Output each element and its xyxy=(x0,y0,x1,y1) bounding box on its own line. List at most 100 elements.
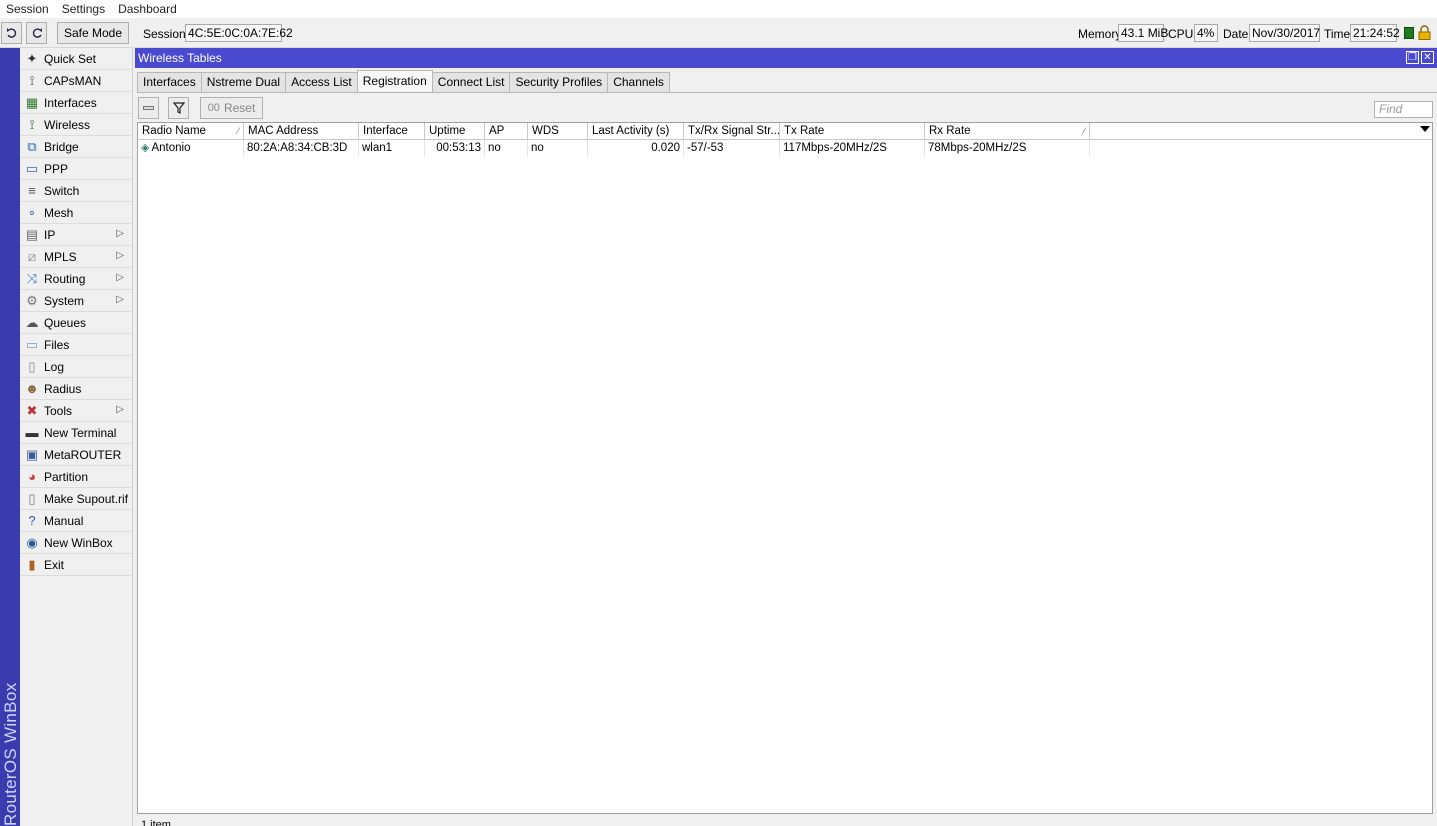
switch-icon: ≡ xyxy=(28,183,36,198)
sidebar-item-label: Queues xyxy=(44,315,87,330)
sidebar-item-files[interactable]: ▭ Files xyxy=(20,334,132,356)
sidebar-item-new-terminal[interactable]: ▬ New Terminal xyxy=(20,422,132,444)
sidebar-item-partition[interactable]: ◕ Partition xyxy=(20,466,132,488)
sidebar-item-manual[interactable]: ? Manual xyxy=(20,510,132,532)
menu-bar: Session Settings Dashboard xyxy=(0,0,1437,18)
column-header[interactable]: Interface xyxy=(359,123,425,140)
tab-interfaces[interactable]: Interfaces xyxy=(137,72,202,92)
winbox-icon: ◉ xyxy=(26,534,38,550)
redo-icon xyxy=(32,28,42,38)
filter-button[interactable] xyxy=(168,97,189,119)
lock-icon xyxy=(1418,25,1431,40)
sidebar-item-switch[interactable]: ≡ Switch xyxy=(20,180,132,202)
sidebar-item-metarouter[interactable]: ▣ MetaROUTER xyxy=(20,444,132,466)
tab-registration[interactable]: Registration xyxy=(356,70,433,91)
sidebar-item-capsman[interactable]: ⟟ CAPsMAN xyxy=(20,70,132,92)
undo-button[interactable] xyxy=(1,22,22,44)
metarouter-icon: ▣ xyxy=(25,446,39,462)
sidebar-item-label: Tools xyxy=(44,403,73,418)
sidebar-item-log[interactable]: ▯ Log xyxy=(20,356,132,378)
reset-button[interactable]: 00 Reset xyxy=(200,97,263,119)
sidebar-item-label: System xyxy=(44,293,85,308)
registration-table: Radio Name ⁄ MAC Address Interface Uptime AP W… xyxy=(137,122,1433,814)
column-header[interactable]: MAC Address xyxy=(244,123,359,140)
ppp-icon: ▭ xyxy=(25,160,39,176)
wireless-tables-window: Wireless Tables ❐ ✕ Interfaces Nstreme Du… xyxy=(135,48,1437,826)
column-header[interactable]: Radio Name ⁄ xyxy=(138,123,244,140)
sidebar-item-label: MetaROUTER xyxy=(44,447,122,462)
sidebar-item-label: IP xyxy=(44,227,56,242)
sort-icon: ⁄ xyxy=(1083,126,1085,136)
status-bar: 1 item xyxy=(137,816,1433,826)
find-input[interactable]: Find xyxy=(1374,101,1433,118)
status-indicator-icon xyxy=(1404,27,1414,39)
tab-connect-list[interactable]: Connect List xyxy=(431,72,511,92)
column-header[interactable]: AP xyxy=(485,123,528,140)
ip-icon: ▤ xyxy=(25,226,39,242)
radio-name: Antonio xyxy=(151,142,191,154)
tab-channels[interactable]: Channels xyxy=(607,72,670,92)
exit-icon: ▮ xyxy=(28,556,36,572)
table-cell: 0.020 xyxy=(588,140,684,156)
menu-dashboard[interactable]: Dashboard xyxy=(112,0,184,18)
table-cell: wlan1 xyxy=(359,140,425,156)
cpu-value: 4% xyxy=(1194,24,1218,42)
sidebar-item-interfaces[interactable]: ▦ Interfaces xyxy=(20,92,132,114)
date-value: Nov/30/2017 xyxy=(1249,24,1320,42)
restore-icon[interactable]: ❐ xyxy=(1406,51,1419,64)
sidebar-item-label: Exit xyxy=(44,557,65,572)
column-header[interactable]: Uptime xyxy=(425,123,485,140)
column-header[interactable]: Tx Rate xyxy=(780,123,925,140)
redo-button[interactable] xyxy=(26,22,47,44)
remove-button[interactable] xyxy=(138,97,159,119)
sidebar-item-tools[interactable]: ✖ Tools ▷ xyxy=(20,400,132,422)
sidebar-item-bridge[interactable]: ⧉ Bridge xyxy=(20,136,132,158)
submenu-arrow-icon: ▷ xyxy=(116,272,124,283)
sidebar-item-queues[interactable]: ☁ Queues xyxy=(20,312,132,334)
sidebar-item-ip[interactable]: ▤ IP ▷ xyxy=(20,224,132,246)
sidebar-item-system[interactable]: ⚙ System ▷ xyxy=(20,290,132,312)
sidebar-item-new-winbox[interactable]: ◉ New WinBox xyxy=(20,532,132,554)
close-icon[interactable]: ✕ xyxy=(1421,51,1434,64)
sidebar-item-exit[interactable]: ▮ Exit xyxy=(20,554,132,576)
column-header[interactable]: Rx Rate ⁄ xyxy=(925,123,1090,140)
sidebar-item-radius[interactable]: ☻ Radius xyxy=(20,378,132,400)
sidebar-item-routing[interactable]: ⤨ Routing ▷ xyxy=(20,268,132,290)
column-chooser-icon[interactable] xyxy=(1420,126,1430,132)
sidebar-item-mpls[interactable]: ⧄ MPLS ▷ xyxy=(20,246,132,268)
sort-icon: ⁄ xyxy=(237,126,239,136)
tab-security-profiles[interactable]: Security Profiles xyxy=(509,72,609,92)
memory-value: 43.1 MiB xyxy=(1118,24,1168,42)
filter-icon xyxy=(172,102,185,114)
submenu-arrow-icon: ▷ xyxy=(116,250,124,261)
table-header: Radio Name ⁄ MAC Address Interface Uptime AP W… xyxy=(138,123,1432,140)
sidebar-item-label: Mesh xyxy=(44,205,74,220)
session-field[interactable]: 4C:5E:0C:0A:7E:62 xyxy=(185,24,293,42)
menu-settings[interactable]: Settings xyxy=(56,0,112,18)
sidebar-item-ppp[interactable]: ▭ PPP xyxy=(20,158,132,180)
interfaces-icon: ▦ xyxy=(25,94,39,110)
safe-mode-button[interactable]: Safe Mode xyxy=(57,22,129,44)
sidebar-item-make-supout-rif[interactable]: ▯ Make Supout.rif xyxy=(20,488,132,510)
column-header-label: MAC Address xyxy=(248,125,319,137)
column-header[interactable]: Last Activity (s) xyxy=(588,123,684,140)
table-cell: 117Mbps-20MHz/2S xyxy=(780,140,925,156)
sidebar-item-quick-set[interactable]: ✦ Quick Set xyxy=(20,48,132,70)
tab-access-list[interactable]: Access List xyxy=(285,72,358,92)
sidebar-item-label: MPLS xyxy=(44,249,77,264)
tab-divider xyxy=(137,92,1437,93)
column-header[interactable]: Tx/Rx Signal Str... xyxy=(684,123,780,140)
submenu-arrow-icon: ▷ xyxy=(116,228,124,239)
window-titlebar[interactable]: Wireless Tables ❐ ✕ xyxy=(135,48,1437,68)
session-label: Session: xyxy=(143,27,190,41)
sidebar-item-mesh[interactable]: ∘ Mesh xyxy=(20,202,132,224)
wireless-icon: ⟟ xyxy=(29,116,35,132)
radius-icon: ☻ xyxy=(25,381,39,396)
tab-nstreme-dual[interactable]: Nstreme Dual xyxy=(200,72,287,92)
routing-icon: ⤨ xyxy=(26,270,38,286)
table-row[interactable]: ◈ Antonio 80:2A:A8:34:CB:3D wlan1 00:53:13 no… xyxy=(138,140,1090,156)
column-header[interactable]: WDS xyxy=(528,123,588,140)
menu-session[interactable]: Session xyxy=(0,0,56,18)
sidebar-item-label: Wireless xyxy=(44,117,91,132)
sidebar-item-wireless[interactable]: ⟟ Wireless xyxy=(20,114,132,136)
